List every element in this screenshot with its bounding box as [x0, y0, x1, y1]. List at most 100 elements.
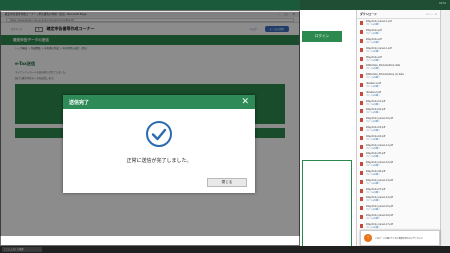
open-file-link[interactable]: ファイルを開く — [366, 76, 404, 79]
download-item[interactable]: R4syotoku-03.pdf ファイルを開く — [357, 125, 440, 134]
right-topbar: 16:51 — [300, 0, 450, 10]
desktop-background — [0, 0, 300, 10]
download-item[interactable]: R4Shotoku_ShinkokuShop.data ファイルを開く — [357, 63, 440, 72]
pin-icon[interactable]: ✦ — [435, 13, 437, 16]
alert-icon: ! — [364, 234, 372, 242]
download-text: R4syotoku-04.pdf ファイルを開く — [366, 135, 385, 141]
download-item[interactable]: R4syotoku-01.pdf ファイルを開く — [357, 98, 440, 107]
download-text: R4syotoku_kanen-15.pdf ファイルを開く — [366, 205, 393, 211]
download-text: R4Shotoku_ShinkokuShop (1).data ファイルを開く — [366, 73, 404, 79]
pdf-file-icon — [360, 56, 363, 61]
pdf-file-icon — [360, 179, 363, 184]
pdf-file-icon — [360, 162, 363, 167]
pdf-file-icon — [360, 47, 363, 52]
pdf-file-icon — [360, 197, 363, 202]
download-item[interactable]: R3syotoku_kanen-1.pdf ファイルを開く — [357, 19, 440, 28]
download-item[interactable]: R4syotoku-04.pdf ファイルを開く — [357, 133, 440, 142]
download-text: R4syotoku_kanen-14.pdf ファイルを開く — [366, 196, 393, 202]
pdf-file-icon — [360, 188, 363, 193]
download-item[interactable]: r4kaikei-2.pdf ファイルを開く — [357, 89, 440, 98]
edge-sidebar — [440, 10, 450, 246]
open-file-link[interactable]: ファイルを開く — [366, 155, 385, 158]
pdf-file-icon — [360, 126, 363, 131]
download-item[interactable]: R4syotoku-07.pdf ファイルを開く — [357, 186, 440, 195]
download-item[interactable]: R4syotoku_kanen-10.pdf ファイルを開く — [357, 116, 440, 125]
download-text: r4kaikei-2.pdf ファイルを開く — [366, 91, 381, 97]
download-text: R3syotoku_kanen-1.pdf ファイルを開く — [366, 20, 392, 26]
close-button[interactable]: 閉じる — [207, 178, 247, 187]
download-text: r4kaikei-1.pdf ファイルを開く — [366, 82, 381, 88]
toast-text: このページを開いていると電源を切らないでください — [375, 237, 423, 240]
close-icon[interactable]: ✕ — [241, 97, 249, 107]
downloads-title: ダウンロード — [360, 12, 377, 16]
folder-icon[interactable]: ▭ — [426, 13, 428, 16]
open-file-link[interactable]: ファイルを開く — [366, 32, 382, 35]
open-file-link[interactable]: ファイルを開く — [366, 173, 385, 176]
download-text: R4syotoku-05.pdf ファイルを開く — [366, 152, 385, 158]
download-item[interactable]: R4syotoku_kanen-13.pdf ファイルを開く — [357, 177, 440, 186]
pdf-file-icon — [360, 38, 363, 43]
open-file-link[interactable]: ファイルを開く — [366, 111, 385, 114]
download-text: R4syotoku_kanen-13.pdf ファイルを開く — [366, 179, 393, 185]
check-circle-icon — [146, 121, 172, 147]
pdf-file-icon — [360, 118, 363, 123]
open-file-link[interactable]: ファイルを開く — [366, 199, 393, 202]
open-file-link[interactable]: ファイルを開く — [366, 138, 385, 141]
login-button[interactable]: ログイン — [302, 31, 342, 42]
open-file-link[interactable]: ファイルを開く — [366, 59, 382, 62]
download-text: R4syotoku_kanen-12.pdf ファイルを開く — [366, 161, 393, 167]
open-file-link[interactable]: ファイルを開く — [366, 120, 393, 123]
download-item[interactable]: R5syotoku.pdf ファイルを開く — [357, 54, 440, 63]
dialog-message: 正常に送信が完了しました。 — [126, 158, 192, 164]
open-file-link[interactable]: ファイルを開く — [366, 67, 400, 70]
download-text: R4Shotoku_ShinkokuShop.data ファイルを開く — [366, 64, 400, 70]
pdf-file-icon — [360, 109, 363, 114]
downloads-list: R3syotoku_kanen-1.pdf ファイルを開く R3syotoku.pd… — [357, 19, 440, 230]
open-file-link[interactable]: ファイルを開く — [366, 103, 385, 106]
pdf-file-icon — [360, 223, 363, 228]
taskbar: ここに入力して検索 — [0, 246, 450, 253]
download-text: R4syotoku.pdf ファイルを開く — [366, 38, 382, 44]
open-file-link[interactable]: ファイルを開く — [366, 129, 385, 132]
more-icon[interactable]: … — [431, 13, 434, 16]
download-item[interactable]: R4syotoku-05.pdf ファイルを開く — [357, 151, 440, 160]
dialog-header: 送信完了 ✕ — [63, 95, 255, 109]
open-file-link[interactable]: ファイルを開く — [366, 217, 393, 220]
open-file-link[interactable]: ファイルを開く — [366, 164, 393, 167]
download-item[interactable]: R4syotoku-06.pdf ファイルを開く — [357, 169, 440, 178]
open-file-link[interactable]: ファイルを開く — [366, 94, 381, 97]
open-file-link[interactable]: ファイルを開く — [366, 182, 393, 185]
download-text: R4syotoku_kanen-17.pdf ファイルを開く — [366, 223, 393, 229]
download-text: R4syotoku_kanen-16.pdf ファイルを開く — [366, 214, 393, 220]
open-file-link[interactable]: ファイルを開く — [366, 85, 381, 88]
download-item[interactable]: R4syotoku_kanen-15.pdf ファイルを開く — [357, 204, 440, 213]
download-item[interactable]: r4kaikei-1.pdf ファイルを開く — [357, 81, 440, 90]
download-item[interactable]: R3syotoku.pdf ファイルを開く — [357, 28, 440, 37]
download-item[interactable]: R4syotoku_kanen-1.pdf ファイルを開く — [357, 45, 440, 54]
download-item[interactable]: R4syotoku_kanen-14.pdf ファイルを開く — [357, 195, 440, 204]
download-item[interactable]: R4syotoku_kanen-11.pdf ファイルを開く — [357, 142, 440, 151]
download-item[interactable]: R4syotoku_kanen-12.pdf ファイルを開く — [357, 160, 440, 169]
open-file-link[interactable]: ファイルを開く — [366, 23, 392, 26]
open-file-link[interactable]: ファイルを開く — [366, 50, 392, 53]
open-file-link[interactable]: ファイルを開く — [366, 147, 393, 150]
open-file-link[interactable]: ファイルを開く — [366, 226, 393, 229]
pdf-file-icon — [360, 206, 363, 211]
pdf-file-icon — [360, 144, 363, 149]
download-text: R3syotoku.pdf ファイルを開く — [366, 29, 382, 35]
download-text: R4syotoku_kanen-11.pdf ファイルを開く — [366, 144, 393, 150]
open-file-link[interactable]: ファイルを開く — [366, 41, 382, 44]
download-item[interactable]: R4Shotoku_ShinkokuShop (1).data ファイルを開く — [357, 72, 440, 81]
pdf-file-icon — [360, 100, 363, 105]
download-item[interactable]: R4syotoku.pdf ファイルを開く — [357, 37, 440, 46]
open-file-link[interactable]: ファイルを開く — [366, 208, 393, 211]
taskbar-search[interactable]: ここに入力して検索 — [2, 247, 42, 252]
download-item[interactable]: R4syotoku-02.pdf ファイルを開く — [357, 107, 440, 116]
open-file-link[interactable]: ファイルを開く — [366, 191, 385, 194]
download-item[interactable]: R4syotoku_kanen-16.pdf ファイルを開く — [357, 213, 440, 222]
download-text: R4syotoku-02.pdf ファイルを開く — [366, 108, 385, 114]
download-item[interactable]: R4syotoku_kanen-17.pdf ファイルを開く — [357, 221, 440, 230]
notification-toast[interactable]: ! このページを開いていると電源を切らないでください — [360, 230, 440, 246]
download-text: R4syotoku-01.pdf ファイルを開く — [366, 100, 385, 106]
pdf-file-icon — [360, 65, 363, 70]
